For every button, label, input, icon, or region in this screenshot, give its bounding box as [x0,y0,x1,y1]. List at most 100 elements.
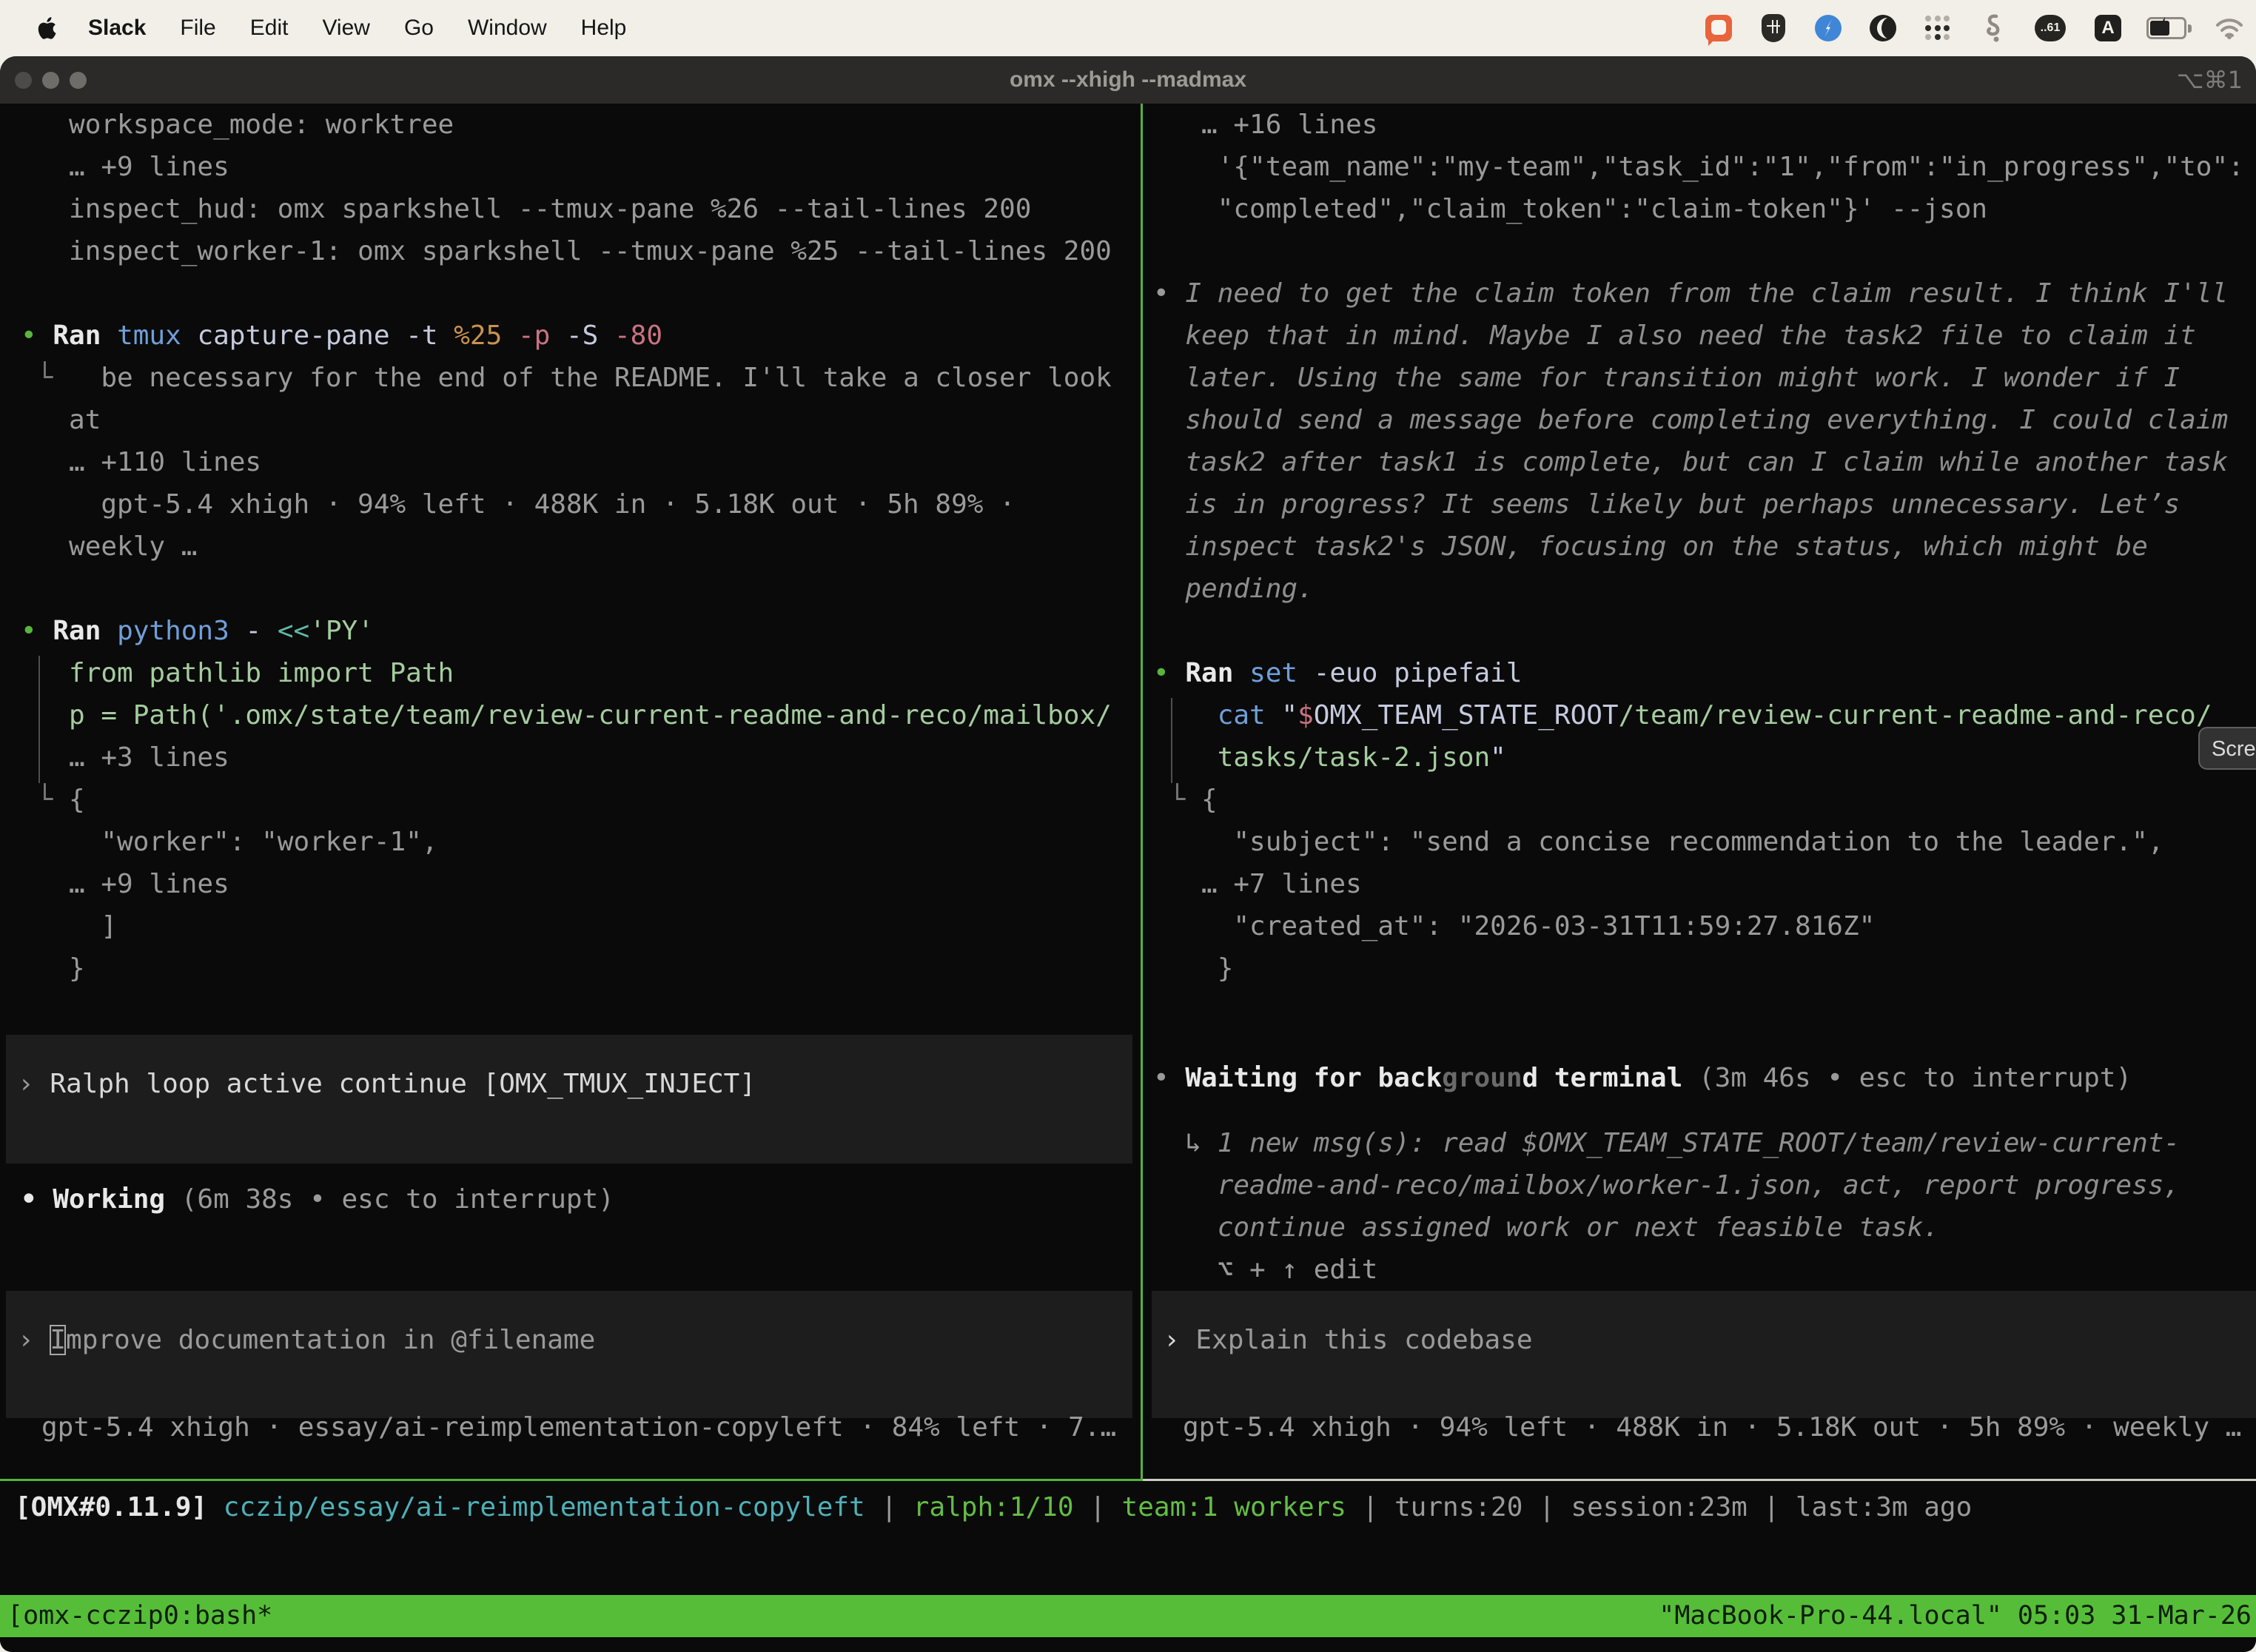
terminal-line: └ { [1153,779,2256,821]
mailbox-message-block: ↳ 1 new msg(s): read $OMX_TEAM_STATE_ROO… [1153,1122,2180,1291]
terminal-line: "subject": "send a concise recommendatio… [1153,821,2256,863]
terminal-line [21,568,1141,610]
tmux-host-clock: "MacBook-Pro-44.local" 05:03 31-Mar-26 [1659,1595,2252,1637]
apple-menu-icon[interactable] [37,16,59,41]
mailbox-message-line: readme-and-reco/mailbox/worker-1.json, a… [1153,1164,2180,1206]
left-prompt-line: › Improve documentation in @filename [6,1319,1132,1361]
terminal-line: inspect_hud: omx sparkshell --tmux-pane … [21,188,1141,230]
menu-item-edit[interactable]: Edit [233,16,306,41]
window-shortcut: ⌥⌘1 [2177,56,2243,104]
terminal-line: } [1153,947,2256,990]
menu-bar-status-icons: ..61 A [1702,0,2246,56]
menu-item-view[interactable]: View [305,16,386,41]
terminal-line: ] [21,905,1141,947]
input-source-icon[interactable]: A [2092,12,2124,44]
terminal-line: • I need to get the claim token from the… [1153,272,2256,315]
terminal-line: from pathlib import Path [21,652,1141,694]
right-pane-status: gpt-5.4 xhigh · 94% left · 488K in · 5.1… [1183,1406,2241,1448]
terminal-line: later. Using the same for transition mig… [1153,357,2256,399]
menu-item-help[interactable]: Help [564,16,644,41]
right-pane-output: … +16 lines '{"team_name":"my-team","tas… [1143,104,2256,990]
terminal-line [21,272,1141,315]
terminal-line: … +3 lines [21,736,1141,779]
screen-share-tooltip: Scre [2198,727,2256,770]
terminal-line: "worker": "worker-1", [21,821,1141,863]
terminal-line: "completed","claim_token":"claim-token"}… [1153,188,2256,230]
terminal-line [1153,610,2256,652]
terminal-line: • Ran tmux capture-pane -t %25 -p -S -80 [21,315,1141,357]
window-title: omx --xhigh --madmax [0,56,2256,104]
terminal-content: workspace_mode: worktree … +9 lines insp… [0,104,2256,1652]
count-badge-icon[interactable]: ..61 [2031,12,2069,44]
terminal-line: inspect_worker-1: omx sparkshell --tmux-… [21,230,1141,272]
right-prompt-input[interactable]: › Explain this codebase [1152,1291,2256,1418]
terminal-line: … +9 lines [21,863,1141,905]
terminal-line: … +110 lines [21,441,1141,483]
count-badge-label: ..61 [2035,15,2066,41]
dots-grid-icon[interactable] [1921,12,1954,44]
inactive-pane-border [1143,1479,2256,1481]
tmux-session-label[interactable]: [omx-cczip0:bash* [7,1595,272,1637]
terminal-line: pending. [1153,568,2256,610]
terminal-line: should send a message before completing … [1153,399,2256,441]
shield-icon[interactable] [1757,12,1790,44]
active-pane-border [0,1479,1141,1481]
right-model-status-line: gpt-5.4 xhigh · 94% left · 488K in · 5.1… [1183,1406,2241,1448]
screen: Slack File Edit View Go Window Help [0,0,2256,1652]
terminal-line: … +9 lines [21,146,1141,188]
omx-status-bar: [OMX#0.11.9] cczip/essay/ai-reimplementa… [15,1486,2256,1528]
terminal-line: … +16 lines [1153,104,2256,146]
mailbox-message-line: ⌥ + ↑ edit [1153,1249,2180,1291]
terminal-line: └ { [21,779,1141,821]
terminal-line: } [21,947,1141,990]
ralph-loop-panel: › Ralph loop active continue [OMX_TMUX_I… [6,1035,1132,1164]
terminal-line: "created_at": "2026-03-31T11:59:27.816Z" [1153,905,2256,947]
terminal-line: • Ran python3 - <<'PY' [21,610,1141,652]
left-pane-output: workspace_mode: worktree … +9 lines insp… [0,104,1141,990]
ralph-loop-status-line: › Ralph loop active continue [OMX_TMUX_I… [6,1063,1132,1105]
text-cursor[interactable]: I [50,1325,66,1355]
working-status: • Working (6m 38s • esc to interrupt) [21,1178,614,1220]
omx-status-line: [OMX#0.11.9] cczip/essay/ai-reimplementa… [15,1486,2256,1528]
squiggle-icon[interactable] [1976,12,2009,44]
terminal-window: omx --xhigh --madmax ⌥⌘1 workspace_mode:… [0,56,2256,1652]
terminal-line [1153,230,2256,272]
terminal-line: gpt-5.4 xhigh · 94% left · 488K in · 5.1… [21,483,1141,526]
left-prompt-input[interactable]: › Improve documentation in @filename [6,1291,1132,1418]
menu-item-window[interactable]: Window [451,16,564,41]
window-title-bar[interactable]: omx --xhigh --madmax ⌥⌘1 [0,56,2256,104]
menu-item-slack[interactable]: Slack [71,16,163,41]
left-model-status-line: gpt-5.4 xhigh · essay/ai-reimplementatio… [41,1406,1116,1448]
battery-icon[interactable] [2146,12,2191,44]
input-source-label: A [2095,15,2121,41]
terminal-line: • Ran set -euo pipefail [1153,652,2256,694]
menu-item-go[interactable]: Go [387,16,451,41]
terminal-line: task2 after task1 is complete, but can I… [1153,441,2256,483]
terminal-line: keep that in mind. Maybe I also need the… [1153,315,2256,357]
terminal-line: inspect task2's JSON, focusing on the st… [1153,526,2256,568]
right-prompt-line: › Explain this codebase [1152,1319,2256,1361]
terminal-line: is in progress? It seems likely but perh… [1153,483,2256,526]
speed-icon[interactable] [1812,12,1844,44]
chat-icon[interactable] [1702,12,1735,44]
indent-guide [38,656,40,783]
moon-icon[interactable] [1867,12,1899,44]
waiting-status: • Waiting for background terminal (3m 46… [1153,1057,2132,1099]
terminal-line: tasks/task-2.json" [1153,736,2256,779]
terminal-line: cat "$OMX_TEAM_STATE_ROOT/team/review-cu… [1153,694,2256,736]
menu-bar: Slack File Edit View Go Window Help [0,0,2256,56]
terminal-line: └ be necessary for the end of the README… [21,357,1141,399]
indent-guide [1171,698,1172,783]
menu-item-file[interactable]: File [163,16,232,41]
left-pane-status: gpt-5.4 xhigh · essay/ai-reimplementatio… [41,1406,1116,1448]
terminal-line: … +7 lines [1153,863,2256,905]
terminal-line: workspace_mode: worktree [21,104,1141,146]
terminal-line: at [21,399,1141,441]
tmux-status-bar: [omx-cczip0:bash* "MacBook-Pro-44.local"… [0,1595,2256,1637]
menu-bar-left: Slack File Edit View Go Window Help [0,16,643,41]
waiting-status-line: • Waiting for background terminal (3m 46… [1153,1057,2132,1099]
mailbox-message-line: ↳ 1 new msg(s): read $OMX_TEAM_STATE_ROO… [1153,1122,2180,1164]
terminal-line: '{"team_name":"my-team","task_id":"1","f… [1153,146,2256,188]
wifi-icon[interactable] [2213,12,2246,44]
mailbox-message-line: continue assigned work or next feasible … [1153,1206,2180,1249]
